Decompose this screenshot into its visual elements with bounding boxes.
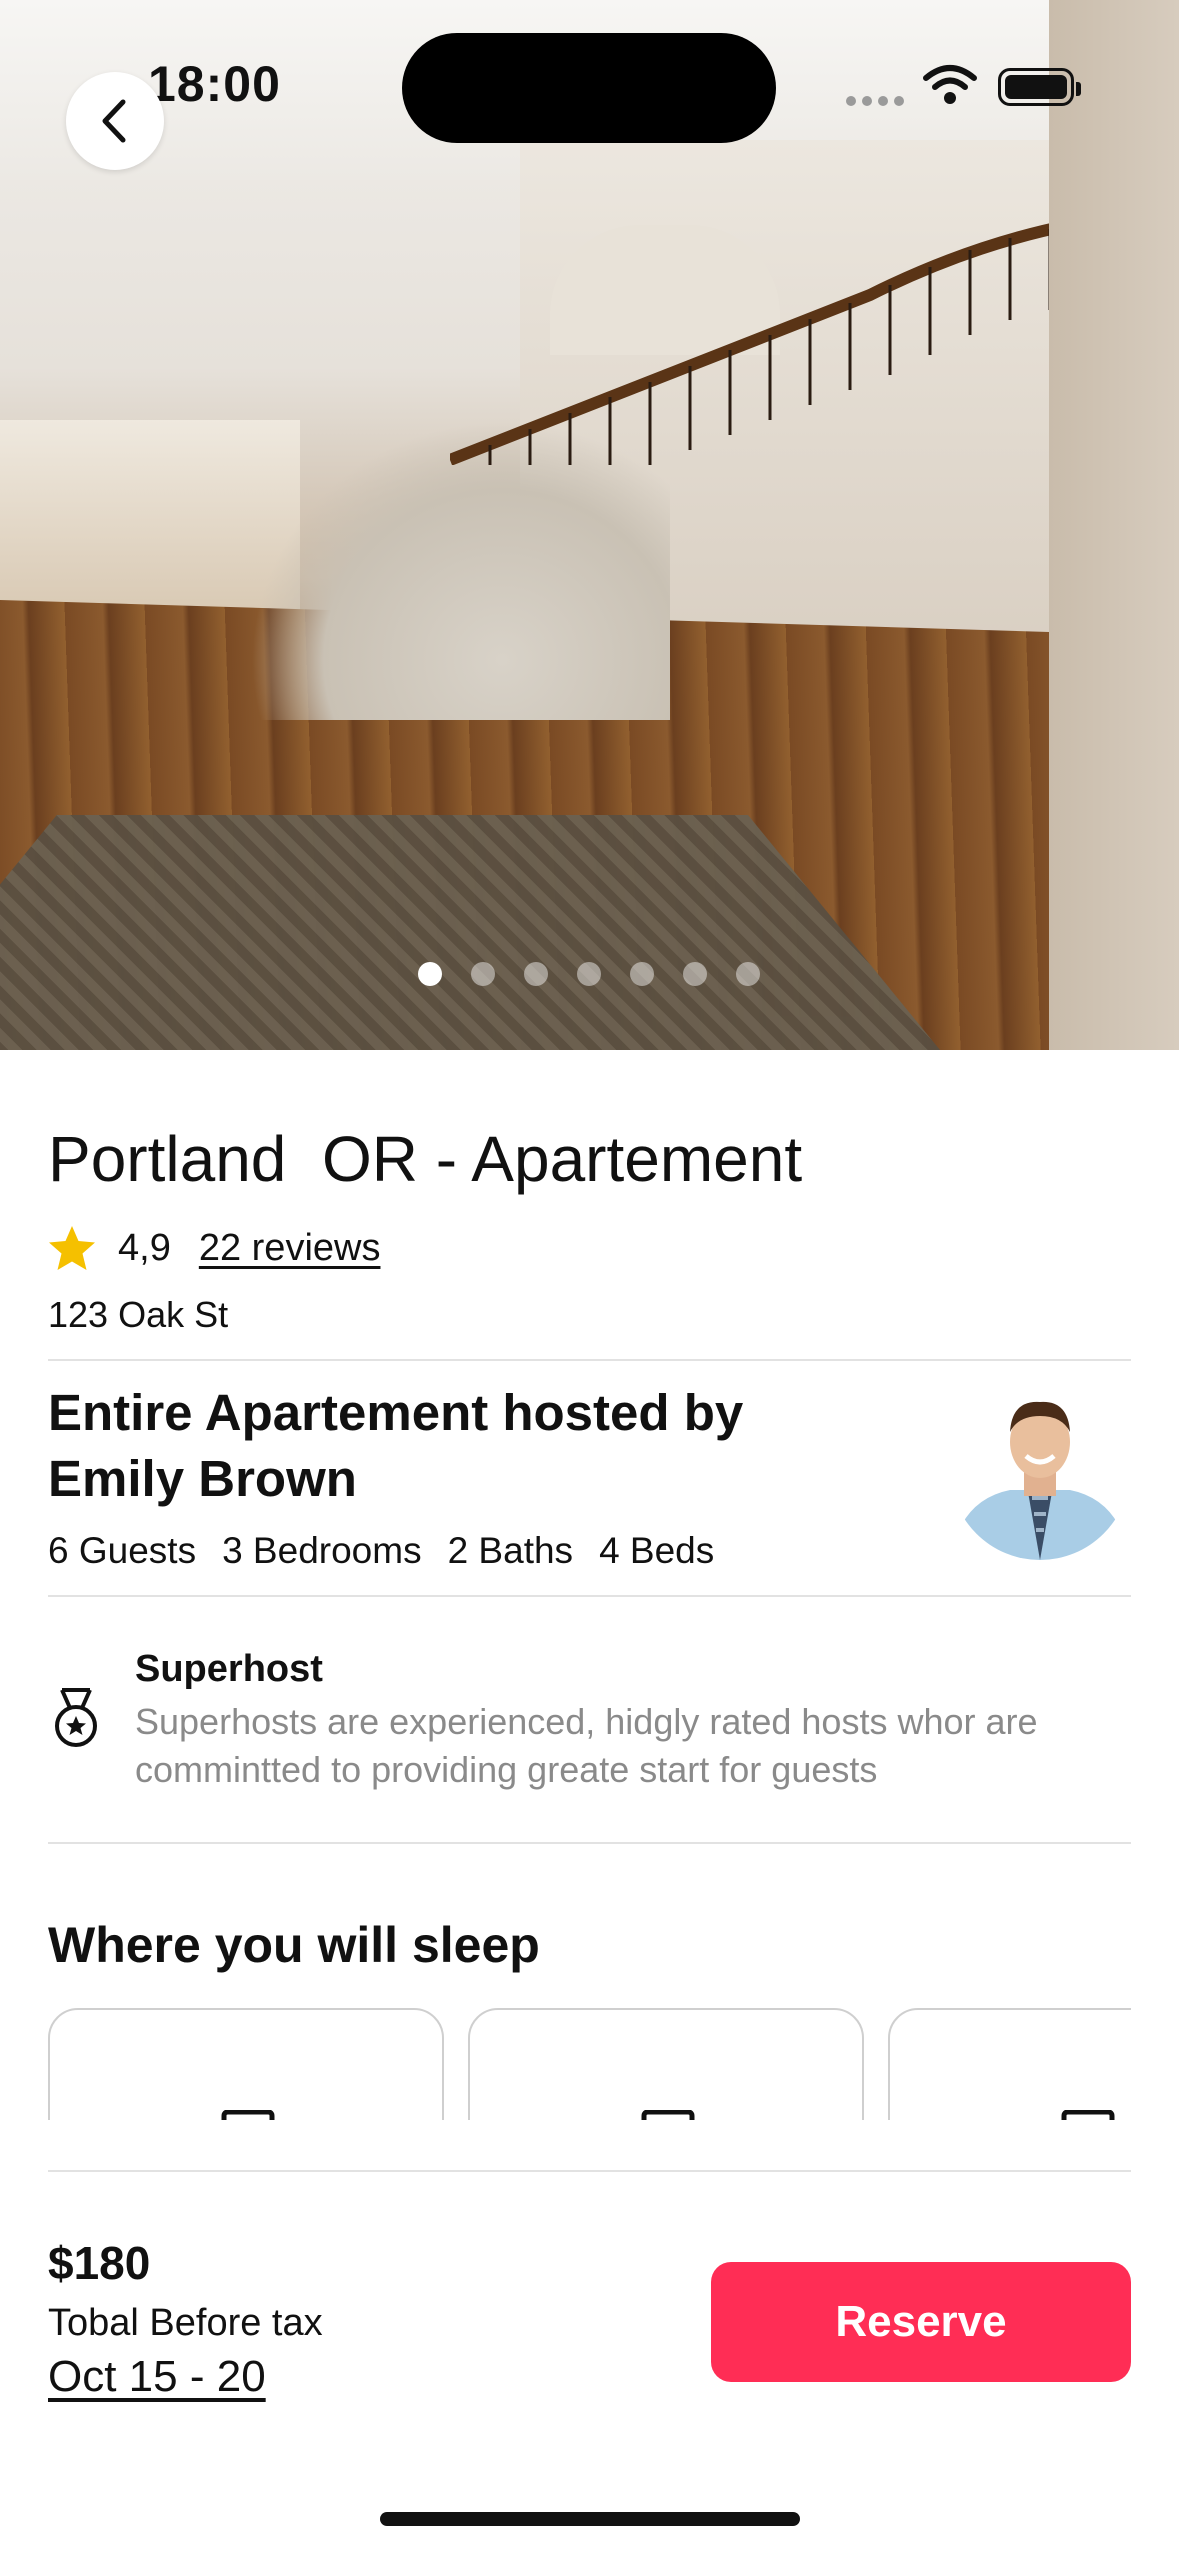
back-chevron-icon [102, 99, 126, 143]
listing-title: Portland OR - Apartement [48, 1123, 803, 1195]
medal-icon [55, 1688, 97, 1747]
reserve-button[interactable]: Reserve [711, 2262, 1131, 2382]
pager-dot[interactable] [736, 962, 760, 986]
host-title: Entire Apartement hosted by Emily Brown [48, 1384, 744, 1507]
sleep-section-title: Where you will sleep [48, 1917, 540, 1973]
superhost-title: Superhost [135, 1648, 323, 1690]
pager-dot[interactable] [471, 962, 495, 986]
listing-specs: 6 Guests 3 Bedrooms 2 Baths 4 Beds [48, 1530, 714, 1572]
divider [48, 1359, 1131, 1361]
spec-baths: 2 Baths [447, 1530, 574, 1571]
back-button[interactable] [66, 72, 164, 170]
pager-dot[interactable] [683, 962, 707, 986]
pager-dot[interactable] [418, 962, 442, 986]
dynamic-island [402, 33, 776, 143]
rating-value: 4,9 [118, 1226, 171, 1269]
photo-staircase [250, 420, 670, 720]
divider [48, 1595, 1131, 1597]
photo-railing [450, 219, 1070, 465]
pager-dot[interactable] [524, 962, 548, 986]
reviews-link[interactable]: 22 reviews [199, 1227, 381, 1270]
spec-bedrooms: 3 Bedrooms [222, 1530, 422, 1571]
superhost-description: Superhosts are experienced, hidgly rated… [135, 1701, 1038, 1790]
battery-icon [998, 68, 1081, 106]
bedroom-card[interactable] [888, 2008, 1131, 2120]
price: $180 [48, 2237, 151, 2289]
bedroom-card[interactable] [48, 2008, 444, 2120]
pager-dot[interactable] [577, 962, 601, 986]
photo-pager[interactable] [418, 962, 760, 986]
bed-icon [641, 2110, 695, 2120]
rating-row: 4,9 22 reviews [48, 1224, 380, 1272]
home-indicator[interactable] [380, 2512, 800, 2526]
bed-icon [221, 2110, 275, 2120]
pager-dot[interactable] [630, 962, 654, 986]
spec-beds: 4 Beds [599, 1530, 715, 1571]
booking-dates[interactable]: Oct 15 - 20 [48, 2352, 266, 2402]
signal-icon [846, 96, 906, 108]
host-avatar[interactable] [950, 1380, 1130, 1560]
price-note: Tobal Before tax [48, 2302, 323, 2344]
star-icon [49, 1226, 95, 1270]
photo-right-wall [1049, 0, 1179, 1050]
sleep-cards[interactable] [48, 2008, 1131, 2120]
divider [48, 1842, 1131, 1844]
bedroom-card[interactable] [468, 2008, 864, 2120]
spec-guests: 6 Guests [48, 1530, 197, 1571]
bottom-bar-divider [48, 2170, 1131, 2172]
wifi-icon [923, 65, 977, 104]
bed-icon [1061, 2110, 1115, 2120]
listing-photo[interactable] [0, 0, 1179, 1050]
status-time: 18:00 [148, 56, 281, 112]
listing-address: 123 Oak St [48, 1294, 229, 1335]
